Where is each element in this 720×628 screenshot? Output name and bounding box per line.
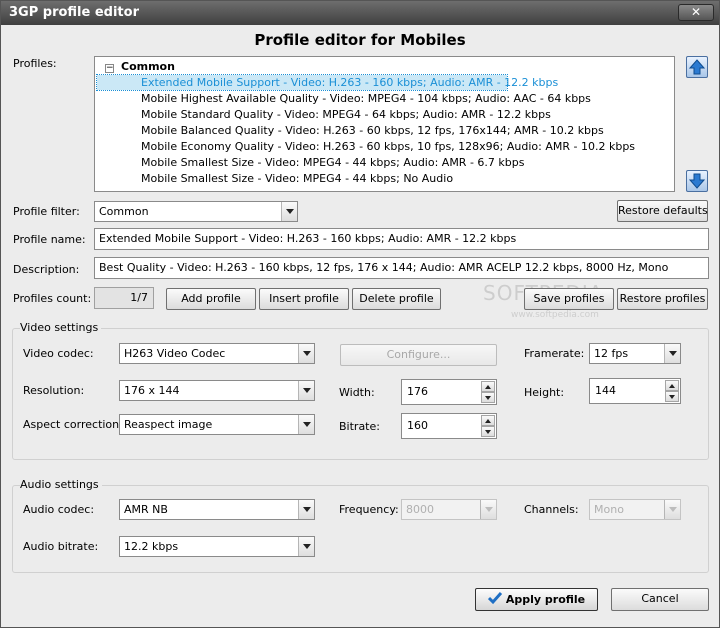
framerate-select[interactable]: 12 fps [589, 343, 681, 364]
close-icon: ✕ [690, 5, 702, 19]
insert-profile-button[interactable]: Insert profile [259, 288, 349, 310]
bitrate-stepper[interactable]: 160 [401, 413, 497, 439]
tree-group-label: Common [121, 60, 175, 73]
resolution-label: Resolution: [23, 384, 85, 397]
arrow-up-icon [689, 59, 705, 75]
list-item[interactable]: Mobile Smallest Size - Video: MPEG4 - 44… [139, 171, 455, 186]
profiles-count-label: Profiles count: [13, 292, 92, 305]
list-item[interactable]: Mobile Balanced Quality - Video: H.263 -… [139, 123, 606, 138]
delete-profile-button[interactable]: Delete profile [352, 288, 441, 310]
aspect-correction-label: Aspect correction: [23, 418, 123, 431]
collapse-icon[interactable]: − [105, 64, 114, 73]
chevron-down-icon[interactable] [298, 381, 314, 400]
frequency-select[interactable]: 8000 [401, 499, 497, 520]
decrement-icon[interactable] [665, 391, 679, 402]
move-up-button[interactable] [686, 56, 708, 78]
bitrate-label: Bitrate: [339, 420, 380, 433]
checkmark-icon [487, 592, 502, 605]
arrow-down-icon [689, 173, 705, 189]
profile-name-field[interactable]: Extended Mobile Support - Video: H.263 -… [94, 228, 709, 250]
window-title: 3GP profile editor [9, 5, 139, 20]
watermark-url: www.softpedia.com [511, 310, 599, 320]
width-label: Width: [339, 386, 375, 399]
resolution-select[interactable]: 176 x 144 [119, 380, 315, 401]
width-value: 176 [407, 385, 428, 398]
list-item[interactable]: Mobile Highest Available Quality - Video… [139, 91, 593, 106]
title-bar: 3GP profile editor ✕ [1, 1, 719, 25]
height-value: 144 [595, 384, 616, 397]
height-label: Height: [524, 386, 565, 399]
restore-defaults-button[interactable]: Restore defaults [617, 200, 708, 222]
tree-group-common[interactable]: − Common [105, 60, 175, 75]
chevron-down-icon[interactable] [298, 344, 314, 363]
chevron-down-icon[interactable] [298, 537, 314, 556]
framerate-label: Framerate: [524, 347, 585, 360]
audio-bitrate-select[interactable]: 12.2 kbps [119, 536, 315, 557]
video-codec-label: Video codec: [23, 347, 94, 360]
audio-codec-value: AMR NB [124, 503, 168, 516]
aspect-correction-select[interactable]: Reaspect image [119, 414, 315, 435]
move-down-button[interactable] [686, 170, 708, 192]
video-codec-value: H263 Video Codec [124, 347, 226, 360]
height-stepper[interactable]: 144 [589, 378, 681, 404]
chevron-down-icon[interactable] [298, 500, 314, 519]
bitrate-value: 160 [407, 419, 428, 432]
list-item[interactable]: Mobile Standard Quality - Video: MPEG4 -… [139, 107, 553, 122]
page-title: Profile editor for Mobiles [254, 31, 466, 49]
frequency-value: 8000 [406, 503, 434, 516]
chevron-down-icon[interactable] [664, 344, 680, 363]
apply-profile-label: Apply profile [505, 593, 586, 606]
profile-name-label: Profile name: [13, 233, 86, 246]
channels-label: Channels: [524, 503, 579, 516]
save-profiles-button[interactable]: Save profiles [524, 288, 614, 310]
profile-filter-select[interactable]: Common [94, 201, 298, 222]
list-item[interactable]: Extended Mobile Support - Video: H.263 -… [96, 74, 558, 91]
frequency-label: Frequency: [339, 503, 399, 516]
audio-bitrate-label: Audio bitrate: [23, 540, 99, 553]
audio-bitrate-value: 12.2 kbps [124, 540, 179, 553]
increment-icon[interactable] [481, 381, 495, 392]
description-label: Description: [13, 263, 80, 276]
add-profile-button[interactable]: Add profile [166, 288, 256, 310]
chevron-down-icon[interactable] [281, 202, 297, 221]
audio-codec-label: Audio codec: [23, 503, 95, 516]
profiles-list[interactable]: − Common Extended Mobile Support - Video:… [94, 56, 675, 192]
increment-icon[interactable] [481, 415, 495, 426]
audio-codec-select[interactable]: AMR NB [119, 499, 315, 520]
list-item[interactable]: Mobile Smallest Size - Video: MPEG4 - 44… [139, 155, 526, 170]
decrement-icon[interactable] [481, 426, 495, 437]
aspect-correction-value: Reaspect image [124, 418, 213, 431]
description-field[interactable]: Best Quality - Video: H.263 - 160 kbps, … [94, 257, 709, 279]
chevron-down-icon[interactable] [298, 415, 314, 434]
increment-icon[interactable] [665, 380, 679, 391]
width-stepper[interactable]: 176 [401, 379, 497, 405]
close-button[interactable]: ✕ [678, 4, 714, 21]
configure-button[interactable]: Configure... [340, 344, 497, 366]
audio-settings-title: Audio settings [20, 478, 102, 491]
decrement-icon[interactable] [481, 392, 495, 403]
apply-profile-button[interactable]: Apply profile [475, 588, 598, 611]
video-codec-select[interactable]: H263 Video Codec [119, 343, 315, 364]
profiles-label: Profiles: [13, 57, 57, 70]
channels-value: Mono [594, 503, 624, 516]
channels-select[interactable]: Mono [589, 499, 681, 520]
cancel-button[interactable]: Cancel [611, 588, 709, 611]
profile-editor-window: 3GP profile editor ✕ Profile editor for … [0, 0, 720, 628]
chevron-down-icon[interactable] [664, 500, 680, 519]
profile-filter-label: Profile filter: [13, 205, 80, 218]
resolution-value: 176 x 144 [124, 384, 180, 397]
chevron-down-icon[interactable] [480, 500, 496, 519]
profiles-count-value: 1/7 [94, 287, 154, 309]
profile-filter-value: Common [99, 205, 149, 218]
video-settings-title: Video settings [20, 321, 102, 334]
restore-profiles-button[interactable]: Restore profiles [617, 288, 708, 310]
list-item[interactable]: Mobile Economy Quality - Video: H.263 - … [139, 139, 637, 154]
framerate-value: 12 fps [594, 347, 629, 360]
